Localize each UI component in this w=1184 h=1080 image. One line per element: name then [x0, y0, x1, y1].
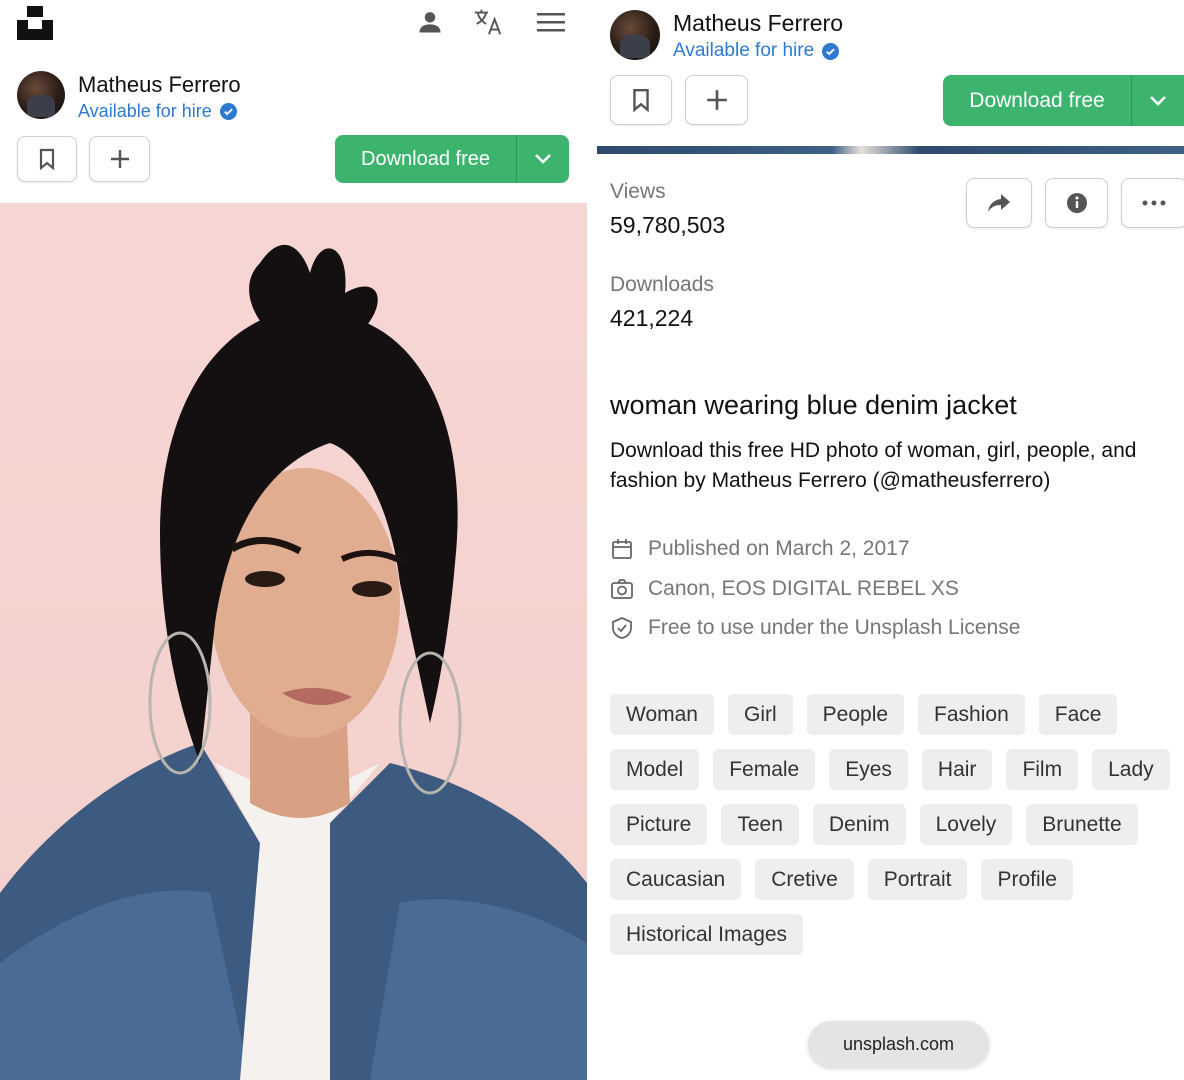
plus-icon: [706, 90, 727, 110]
bookmark-icon: [39, 148, 55, 170]
calendar-icon: [612, 539, 632, 559]
verified-icon: [219, 103, 237, 120]
photo-description: Download this free HD photo of woman, gi…: [610, 439, 1137, 492]
more-actions-button[interactable]: [1121, 178, 1184, 228]
bookmark-button[interactable]: [610, 75, 672, 125]
camera-row: Canon, EOS DIGITAL REBEL XS: [610, 577, 959, 601]
published-date: Published on March 2, 2017: [648, 537, 910, 560]
chevron-down-icon: [1150, 95, 1166, 106]
tag-chip[interactable]: Picture: [610, 804, 708, 845]
tag-chip[interactable]: Female: [713, 749, 816, 790]
camera-icon: [611, 579, 633, 599]
download-options-dropdown[interactable]: [1132, 95, 1184, 107]
url-bar[interactable]: unsplash.com: [808, 1021, 989, 1068]
unsplash-logo[interactable]: [17, 4, 53, 40]
photo-title: woman wearing blue denim jacket: [610, 390, 1017, 420]
avatar[interactable]: [610, 10, 660, 60]
more-icon: [1142, 200, 1166, 206]
left-pane: Matheus Ferrero Available for hire Downl…: [0, 0, 587, 1080]
tag-chip[interactable]: Woman: [610, 694, 714, 735]
tag-chip[interactable]: Lovely: [919, 804, 1013, 845]
plus-icon: [110, 150, 129, 168]
menu-icon[interactable]: [535, 6, 567, 38]
download-button[interactable]: Download free: [943, 75, 1184, 126]
hire-label: Available for hire: [78, 101, 212, 121]
bookmark-button[interactable]: [17, 136, 77, 182]
share-icon: [988, 194, 1010, 212]
add-to-collection-button[interactable]: [89, 136, 150, 182]
available-for-hire-link[interactable]: Available for hire: [673, 40, 840, 62]
info-icon: [1066, 193, 1087, 213]
bookmark-icon: [633, 88, 649, 112]
tag-list: Woman Girl People Fashion Face Model Female Eye…: [610, 694, 1184, 955]
available-for-hire-link[interactable]: Available for hire: [78, 101, 237, 122]
downloads-label: Downloads: [610, 273, 714, 296]
photo-edge: [597, 146, 1184, 154]
tag-chip[interactable]: Cretive: [755, 859, 854, 900]
hire-label: Available for hire: [673, 40, 815, 61]
license-text[interactable]: Free to use under the Unsplash License: [648, 616, 1020, 640]
tag-chip[interactable]: Historical Images: [610, 914, 804, 955]
tag-chip[interactable]: Portrait: [867, 859, 968, 900]
top-navigation-bar: [0, 0, 587, 50]
add-to-collection-button[interactable]: [685, 75, 748, 125]
photographer-name[interactable]: Matheus Ferrero: [673, 10, 843, 37]
share-button[interactable]: [966, 178, 1032, 228]
tag-chip[interactable]: Brunette: [1026, 804, 1138, 845]
tag-chip[interactable]: Denim: [812, 804, 906, 845]
views-label: Views: [610, 180, 666, 203]
downloads-value: 421,224: [610, 305, 694, 331]
tag-chip[interactable]: Teen: [721, 804, 799, 845]
tag-chip[interactable]: Caucasian: [610, 859, 742, 900]
download-options-dropdown[interactable]: [517, 153, 569, 165]
tag-chip[interactable]: Hair: [921, 749, 993, 790]
tag-chip[interactable]: Model: [610, 749, 700, 790]
tag-chip[interactable]: Lady: [1092, 749, 1170, 790]
published-row: Published on March 2, 2017: [610, 537, 910, 561]
views-value: 59,780,503: [610, 212, 726, 238]
download-label: Download free: [969, 88, 1105, 112]
info-button[interactable]: [1045, 178, 1108, 228]
tag-chip[interactable]: People: [806, 694, 905, 735]
shield-check-icon: [612, 617, 632, 639]
translate-icon[interactable]: [472, 6, 504, 38]
tag-chip[interactable]: Fashion: [918, 694, 1025, 735]
tag-chip[interactable]: Film: [1006, 749, 1079, 790]
chevron-down-icon: [535, 154, 551, 164]
verified-icon: [822, 42, 840, 60]
photographer-info[interactable]: Matheus Ferrero Available for hire: [17, 70, 577, 126]
user-icon[interactable]: [414, 6, 446, 38]
tag-chip[interactable]: Face: [1038, 694, 1118, 735]
right-pane: Matheus Ferrero Available for hire Downl…: [597, 0, 1184, 1080]
license-row: Free to use under the Unsplash License: [610, 616, 1020, 640]
download-button[interactable]: Download free: [335, 135, 569, 183]
tag-chip[interactable]: Profile: [981, 859, 1073, 900]
download-label: Download free: [361, 147, 490, 170]
tag-chip[interactable]: Girl: [727, 694, 793, 735]
tag-chip[interactable]: Eyes: [829, 749, 908, 790]
camera-model[interactable]: Canon, EOS DIGITAL REBEL XS: [648, 577, 959, 601]
photo[interactable]: [0, 203, 587, 1080]
avatar[interactable]: [17, 71, 65, 119]
url-text: unsplash.com: [842, 1034, 955, 1054]
portrait-image: [0, 244, 587, 1080]
photographer-name[interactable]: Matheus Ferrero: [78, 72, 241, 98]
